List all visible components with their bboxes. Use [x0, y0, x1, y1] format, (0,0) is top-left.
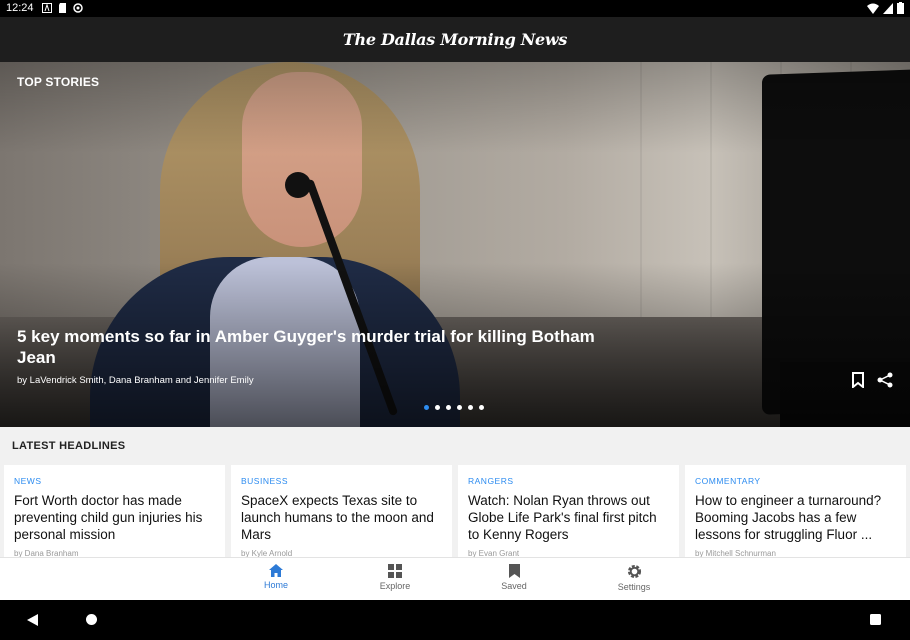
headline-cards: NEWS Fort Worth doctor has made preventi…: [4, 465, 906, 557]
bookmark-icon[interactable]: [851, 372, 865, 388]
carousel-dot[interactable]: [446, 405, 451, 410]
carousel-dot[interactable]: [468, 405, 473, 410]
signal-icon: [883, 2, 893, 14]
font-icon: [42, 3, 52, 13]
card-byline: by Mitchell Schnurman: [695, 549, 776, 557]
bottom-navigation: Home Explore Saved Settings: [0, 557, 910, 600]
headline-card[interactable]: BUSINESS SpaceX expects Texas site to la…: [231, 465, 452, 557]
battery-icon: [897, 2, 904, 14]
app-header: The Dallas Morning News: [0, 17, 910, 62]
hero-headline[interactable]: 5 key moments so far in Amber Guyger's m…: [17, 326, 617, 368]
card-title[interactable]: Fort Worth doctor has made preventing ch…: [14, 492, 215, 543]
card-title[interactable]: How to engineer a turnaround? Booming Ja…: [695, 492, 896, 543]
nav-saved[interactable]: Saved: [474, 564, 554, 591]
status-time: 12:24: [6, 2, 34, 14]
hero-byline: by LaVendrick Smith, Dana Branham and Je…: [17, 375, 254, 386]
status-right: [867, 2, 904, 14]
status-bar: 12:24: [0, 0, 910, 17]
latest-headlines-section: LATEST HEADLINES NEWS Fort Worth doctor …: [0, 427, 910, 557]
carousel-indicator[interactable]: [424, 405, 484, 410]
sd-card-icon: [59, 3, 66, 13]
carousel-dot[interactable]: [435, 405, 440, 410]
sync-icon: [73, 3, 83, 13]
nav-home[interactable]: Home: [236, 564, 316, 590]
carousel-dot[interactable]: [424, 405, 429, 410]
nav-explore-label: Explore: [379, 581, 411, 591]
hero-gradient-overlay: [0, 62, 910, 427]
nav-home-label: Home: [263, 580, 288, 590]
card-byline: by Dana Branham: [14, 549, 79, 557]
card-title[interactable]: SpaceX expects Texas site to launch huma…: [241, 492, 442, 543]
nav-settings-label: Settings: [617, 582, 651, 592]
nav-saved-label: Saved: [501, 581, 527, 591]
card-category: COMMENTARY: [695, 476, 761, 486]
back-icon[interactable]: [27, 614, 38, 626]
latest-headlines-label: LATEST HEADLINES: [12, 440, 126, 452]
carousel-dot[interactable]: [479, 405, 484, 410]
recents-icon[interactable]: [870, 614, 881, 625]
hero-actions: [851, 372, 893, 388]
headline-card[interactable]: NEWS Fort Worth doctor has made preventi…: [4, 465, 225, 557]
nav-explore[interactable]: Explore: [355, 564, 435, 591]
gear-icon: [627, 564, 641, 579]
top-stories-label: TOP STORIES: [17, 75, 100, 89]
bookmark-icon: [508, 564, 520, 578]
headline-card[interactable]: RANGERS Watch: Nolan Ryan throws out Glo…: [458, 465, 679, 557]
card-category: RANGERS: [468, 476, 514, 486]
carousel-dot[interactable]: [457, 405, 462, 410]
card-byline: by Evan Grant: [468, 549, 520, 557]
card-category: BUSINESS: [241, 476, 288, 486]
home-icon: [269, 564, 283, 577]
system-navigation-bar: [0, 600, 910, 640]
nav-settings[interactable]: Settings: [594, 564, 674, 592]
card-byline: by Kyle Arnold: [241, 549, 293, 557]
share-icon[interactable]: [877, 372, 893, 388]
app-logo[interactable]: The Dallas Morning News: [343, 30, 568, 49]
headline-card[interactable]: COMMENTARY How to engineer a turnaround?…: [685, 465, 906, 557]
top-story-hero[interactable]: TOP STORIES 5 key moments so far in Ambe…: [0, 62, 910, 427]
grid-icon: [388, 564, 402, 578]
wifi-icon: [867, 3, 879, 14]
home-button-icon[interactable]: [86, 614, 97, 625]
card-title[interactable]: Watch: Nolan Ryan throws out Globe Life …: [468, 492, 669, 543]
card-category: NEWS: [14, 476, 42, 486]
